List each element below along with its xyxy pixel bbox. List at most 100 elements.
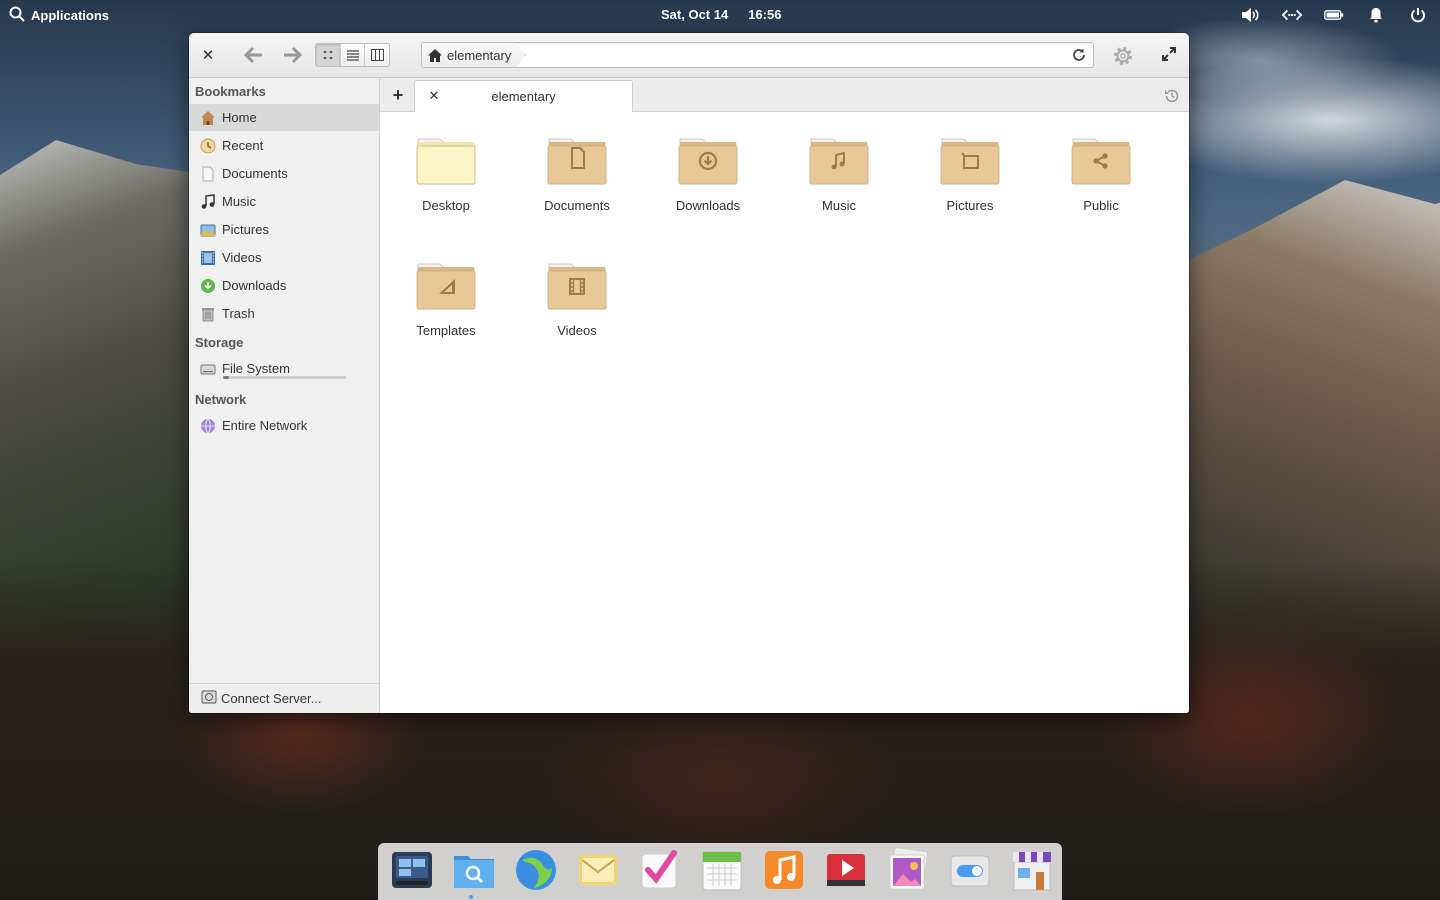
sidebar-item-label: File System (222, 361, 290, 376)
folder-item-desktop[interactable]: Desktop (386, 134, 506, 213)
window-close-button[interactable]: ✕ (199, 46, 217, 64)
sidebar-item-label: Home (222, 110, 257, 125)
search-icon (9, 6, 25, 25)
trash-icon (200, 306, 216, 322)
folder-icon (547, 263, 607, 310)
sidebar-item-downloads[interactable]: Downloads (189, 272, 379, 299)
videos-app-icon[interactable] (822, 846, 870, 894)
home-icon (200, 110, 216, 126)
folder-icon (1071, 138, 1131, 185)
multitasking-view-icon[interactable] (388, 846, 436, 894)
connect-server-label: Connect Server... (221, 691, 322, 706)
window-headerbar: ✕ elementary (189, 33, 1189, 78)
system-settings-icon[interactable] (946, 846, 994, 894)
grid-icon (323, 50, 333, 60)
reload-icon (1073, 48, 1085, 61)
sidebar-item-entire-network[interactable]: Entire Network (189, 412, 379, 439)
icon-view-button[interactable] (316, 44, 341, 66)
column-view-button[interactable] (365, 44, 389, 66)
sidebar-item-label: Music (222, 194, 256, 209)
breadcrumb[interactable]: elementary (422, 43, 526, 67)
harddisk-icon (200, 361, 216, 377)
server-icon (201, 689, 217, 708)
connect-server-button[interactable]: Connect Server... (189, 683, 379, 713)
files-icon[interactable] (450, 846, 498, 894)
folder-icon (809, 138, 869, 185)
sidebar-item-recent[interactable]: Recent (189, 132, 379, 159)
folder-item-videos[interactable]: Videos (517, 259, 637, 338)
sidebar-item-label: Videos (222, 250, 262, 265)
list-view-button[interactable] (341, 44, 366, 66)
applications-menu[interactable]: Applications (9, 6, 109, 25)
tab-bar: + elementary ✕ (380, 78, 1189, 112)
sidebar-item-label: Pictures (222, 222, 269, 237)
date-label: Sat, Oct 14 (661, 7, 729, 22)
folder-label: Public (1083, 198, 1119, 213)
mail-icon[interactable] (574, 846, 622, 894)
back-button[interactable] (243, 45, 265, 65)
recent-icon (200, 138, 216, 154)
appcenter-icon[interactable] (1008, 846, 1056, 894)
folder-icon (678, 138, 738, 185)
notifications-icon[interactable] (1366, 6, 1386, 24)
videos-icon (200, 250, 216, 266)
sidebar-item-videos[interactable]: Videos (189, 244, 379, 271)
columns-icon (370, 49, 384, 61)
battery-icon[interactable] (1324, 6, 1344, 24)
folder-icon (416, 138, 476, 185)
folder-label: Documents (544, 198, 610, 213)
window-maximize-button[interactable] (1161, 46, 1179, 64)
downloads-icon (200, 278, 216, 294)
folder-label: Videos (557, 323, 597, 338)
running-indicator (469, 895, 473, 899)
folder-icon (416, 263, 476, 310)
music-app-icon[interactable] (760, 846, 808, 894)
power-icon[interactable] (1408, 6, 1428, 24)
folder-item-documents[interactable]: Documents (517, 134, 637, 213)
forward-button[interactable] (281, 45, 303, 65)
network-icon[interactable] (1282, 6, 1302, 24)
applications-label: Applications (31, 8, 110, 23)
folder-icon (547, 138, 607, 185)
photos-icon[interactable] (884, 846, 932, 894)
arrow-right-icon (284, 46, 303, 64)
calendar-icon[interactable] (698, 846, 746, 894)
sidebar-item-documents[interactable]: Documents (189, 160, 379, 187)
folder-item-downloads[interactable]: Downloads (648, 134, 768, 213)
folder-item-public[interactable]: Public (1041, 134, 1161, 213)
datetime-indicator[interactable]: Sat, Oct 14 16:56 (661, 7, 781, 22)
folder-label: Music (822, 198, 856, 213)
closed-tabs-button[interactable] (1163, 87, 1181, 105)
folder-item-pictures[interactable]: Pictures (910, 134, 1030, 213)
sidebar-item-pictures[interactable]: Pictures (189, 216, 379, 243)
sidebar: Bookmarks Home Recent Documents Music Pi… (189, 78, 380, 713)
history-icon (1165, 89, 1179, 103)
sidebar-item-label: Documents (222, 166, 288, 181)
home-icon (428, 49, 442, 62)
settings-button[interactable] (1111, 44, 1135, 68)
folder-label: Pictures (946, 198, 994, 213)
sidebar-item-trash[interactable]: Trash (189, 300, 379, 327)
pictures-icon (200, 222, 216, 238)
top-panel: Applications Sat, Oct 14 16:56 (0, 0, 1440, 30)
volume-icon[interactable] (1240, 6, 1260, 24)
folder-item-music[interactable]: Music (779, 134, 899, 213)
location-bar[interactable]: elementary (421, 42, 1094, 68)
new-tab-button[interactable]: + (389, 85, 407, 105)
arrow-left-icon (243, 46, 262, 64)
folder-icon (940, 138, 1000, 185)
tab-elementary[interactable]: elementary ✕ (414, 80, 633, 112)
web-browser-icon[interactable] (512, 846, 560, 894)
tasks-icon[interactable] (636, 846, 684, 894)
network-globe-icon (200, 418, 216, 434)
reload-button[interactable] (1071, 47, 1087, 63)
folder-label: Desktop (422, 198, 470, 213)
storage-heading: Storage (195, 335, 244, 350)
close-tab-button[interactable]: ✕ (427, 88, 441, 103)
sidebar-item-home[interactable]: Home (189, 104, 379, 131)
sidebar-item-label: Recent (222, 138, 264, 153)
tab-label: elementary (491, 89, 556, 104)
folder-item-templates[interactable]: Templates (386, 259, 506, 338)
sidebar-item-music[interactable]: Music (189, 188, 379, 215)
disk-usage-bar (223, 376, 346, 379)
